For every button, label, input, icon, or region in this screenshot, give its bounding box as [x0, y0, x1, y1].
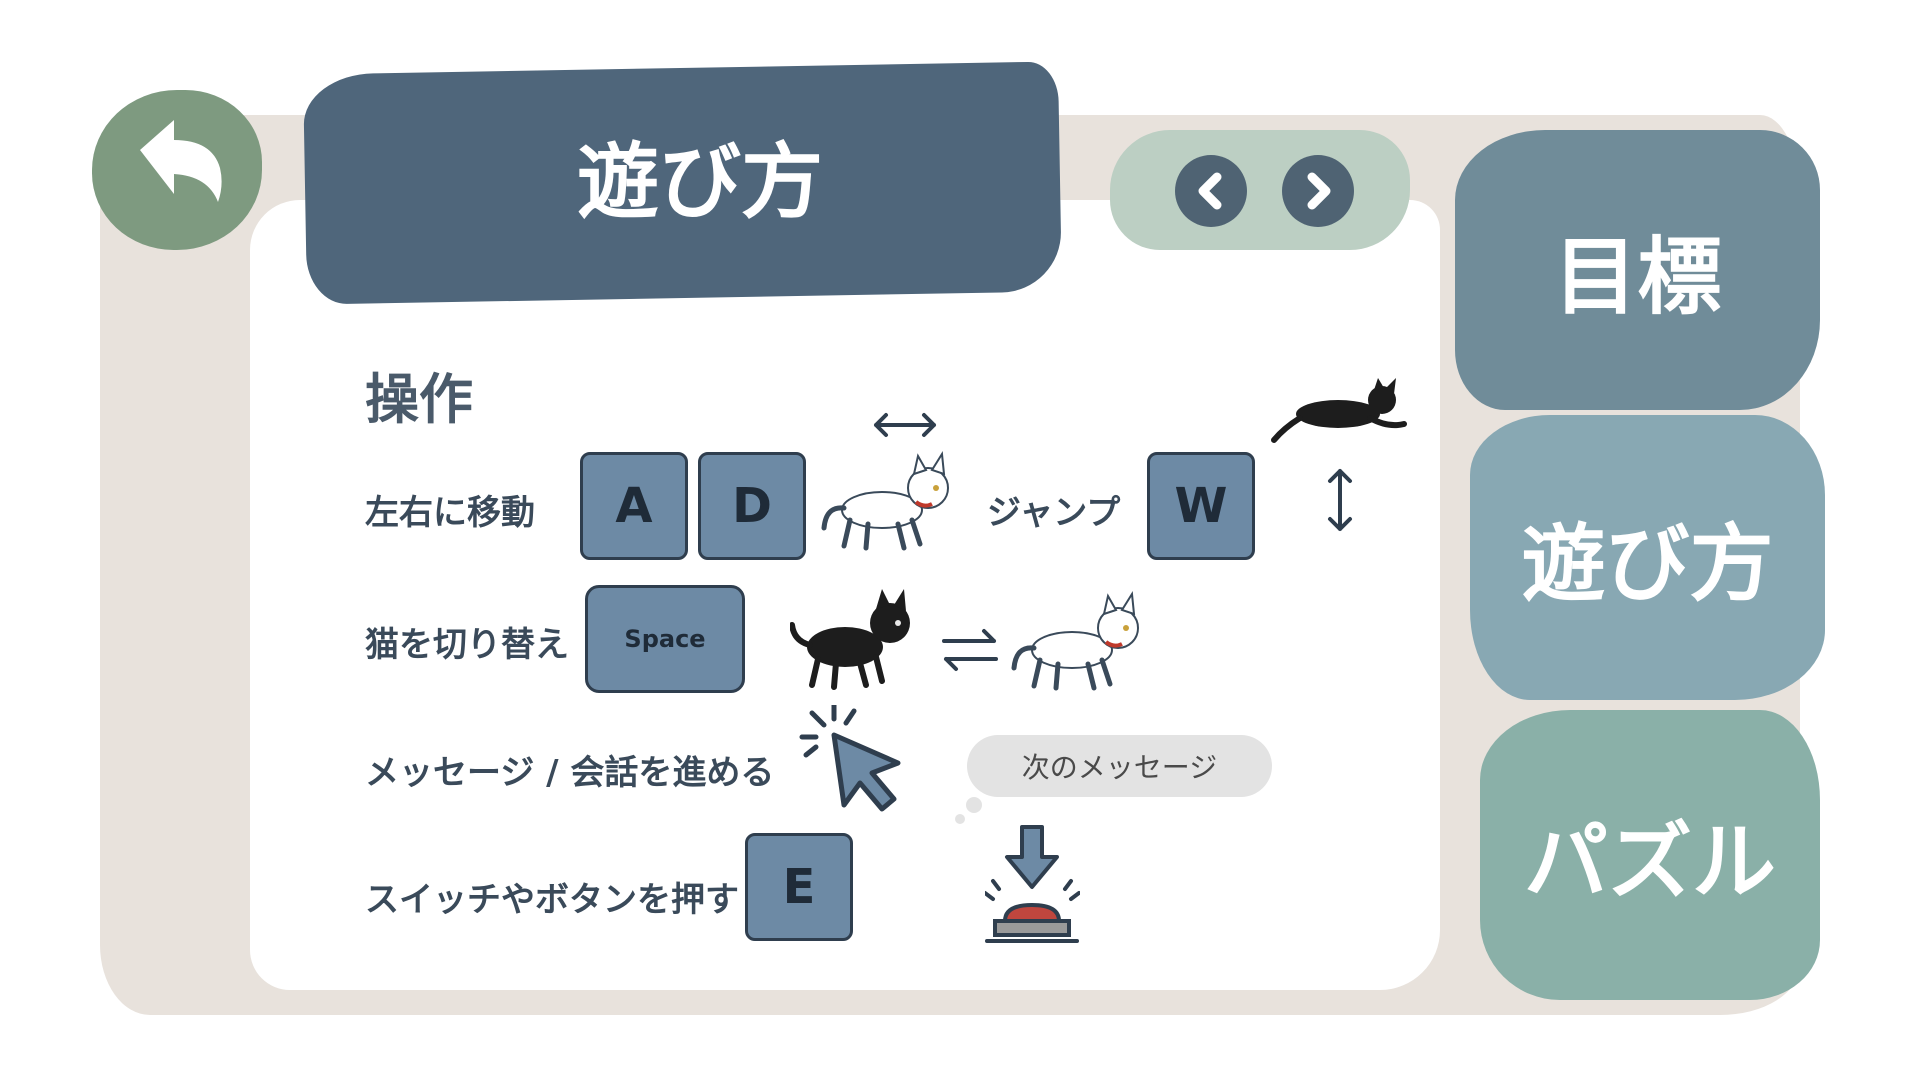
swap-arrows-icon — [942, 629, 998, 671]
tab-puzzle[interactable]: パズル — [1480, 710, 1820, 1000]
next-page-button[interactable] — [1282, 155, 1354, 227]
tab-how-to-play[interactable]: 遊び方 — [1470, 415, 1825, 700]
chevron-left-icon — [1198, 172, 1222, 210]
horizontal-arrow-icon — [874, 413, 936, 437]
next-message-text: 次のメッセージ — [1021, 751, 1218, 784]
move-label: 左右に移動 — [365, 493, 535, 533]
white-cat-walking-icon — [821, 450, 949, 551]
tab-goal[interactable]: 目標 — [1455, 130, 1820, 410]
key-e: E — [745, 833, 853, 941]
tab-goal-label: 目標 — [1553, 227, 1722, 326]
jump-label: ジャンプ — [987, 493, 1121, 533]
section-title: 操作 — [365, 368, 473, 431]
bubble-tail-dot — [955, 814, 965, 824]
pager-background — [1110, 130, 1410, 250]
black-cat-icon — [790, 589, 910, 690]
advance-message-label: メッセージ / 会話を進める — [365, 753, 775, 793]
key-space: Space — [585, 585, 745, 693]
tab-how-to-play-label: 遊び方 — [1521, 515, 1774, 613]
prev-page-button[interactable] — [1175, 155, 1247, 227]
chevron-right-icon — [1307, 172, 1331, 210]
back-arrow-icon — [140, 120, 222, 202]
white-cat-icon — [1011, 590, 1139, 691]
key-d: D — [698, 452, 806, 560]
page-title: 遊び方 — [576, 135, 823, 230]
vertical-arrow-icon — [1328, 469, 1352, 531]
next-message-bubble: 次のメッセージ — [967, 735, 1272, 797]
switch-label: 猫を切り替え — [365, 625, 569, 665]
key-w: W — [1147, 452, 1255, 560]
bubble-tail-dot — [966, 797, 982, 813]
tab-puzzle-label: パズル — [1523, 812, 1776, 911]
back-button[interactable] — [92, 90, 262, 250]
mouse-cursor-click-icon — [799, 705, 901, 812]
key-a: A — [580, 452, 688, 560]
press-switch-label: スイッチやボタンを押す — [365, 880, 739, 920]
press-button-icon — [985, 825, 1080, 943]
black-cat-jumping-icon — [1271, 378, 1407, 443]
